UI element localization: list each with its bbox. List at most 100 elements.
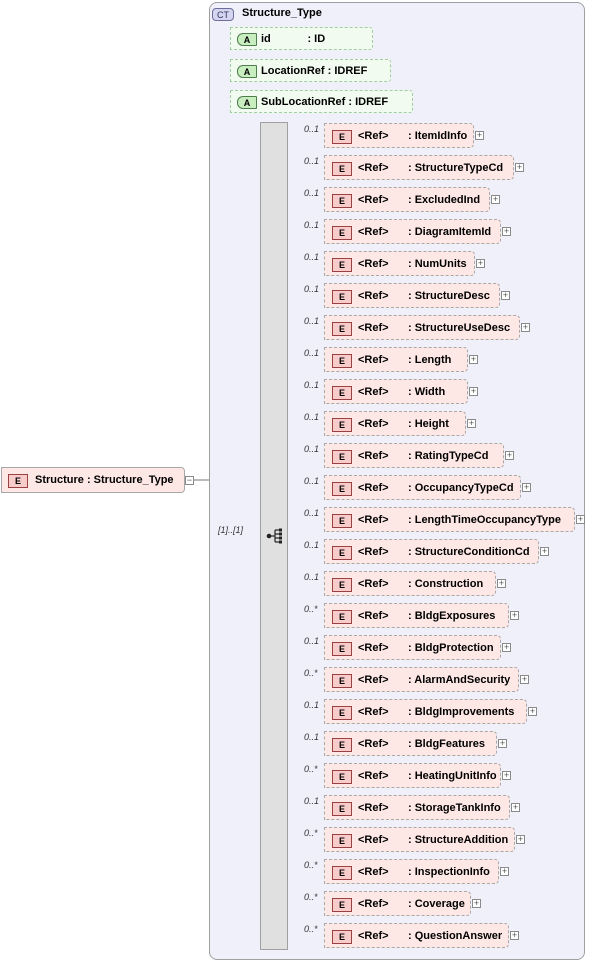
expand-icon[interactable]: +	[576, 515, 585, 524]
element-name: : HeatingUnitInfo	[408, 770, 497, 782]
element-badge: E	[332, 418, 352, 432]
expand-icon[interactable]: +	[522, 483, 531, 492]
element-cardinality: 0..1	[304, 380, 320, 390]
attribute-badge: A	[237, 65, 257, 78]
element-inspectioninfo[interactable]: E <Ref>: InspectionInfo	[324, 859, 499, 884]
expand-icon[interactable]: +	[497, 579, 506, 588]
element-structureaddition[interactable]: E <Ref>: StructureAddition	[324, 827, 515, 852]
element-cardinality: 0..1	[304, 444, 320, 454]
element-structureconditioncd[interactable]: E <Ref>: StructureConditionCd	[324, 539, 539, 564]
root-element-structure[interactable]: E Structure : Structure_Type	[1, 467, 185, 493]
element-cardinality: 0..1	[304, 508, 320, 518]
element-occupancytypecd[interactable]: E <Ref>: OccupancyTypeCd	[324, 475, 521, 500]
element-length[interactable]: E <Ref>: Length	[324, 347, 468, 372]
expand-icon[interactable]: +	[467, 419, 476, 428]
expand-icon[interactable]: +	[476, 259, 485, 268]
element-name: : Coverage	[408, 898, 465, 910]
element-alarmandsecurity[interactable]: E <Ref>: AlarmAndSecurity	[324, 667, 519, 692]
element-structuretypecd[interactable]: E <Ref>: StructureTypeCd	[324, 155, 514, 180]
element-ratingtypecd[interactable]: E <Ref>: RatingTypeCd	[324, 443, 504, 468]
element-name: : Construction	[408, 578, 484, 590]
element-cardinality: 0..1	[304, 636, 320, 646]
attribute-locationref[interactable]: A LocationRef : IDREF	[230, 59, 391, 82]
element-construction[interactable]: E <Ref>: Construction	[324, 571, 496, 596]
element-badge: E	[332, 226, 352, 240]
element-badge: E	[332, 290, 352, 304]
element-coverage[interactable]: E <Ref>: Coverage	[324, 891, 471, 916]
expand-icon[interactable]: +	[528, 707, 537, 716]
element-ref: <Ref>	[358, 290, 389, 302]
element-excludedind[interactable]: E <Ref>: ExcludedInd	[324, 187, 490, 212]
element-cardinality: 0..1	[304, 284, 320, 294]
element-ref: <Ref>	[358, 130, 389, 142]
expand-icon[interactable]: +	[516, 835, 525, 844]
element-cardinality: 0..*	[304, 860, 318, 870]
expand-icon[interactable]: +	[505, 451, 514, 460]
element-bldgimprovements[interactable]: E <Ref>: BldgImprovements	[324, 699, 527, 724]
expand-icon[interactable]: +	[510, 611, 519, 620]
expand-icon[interactable]: +	[469, 355, 478, 364]
collapse-toggle-icon[interactable]: −	[185, 476, 194, 485]
element-structureusedesc[interactable]: E <Ref>: StructureUseDesc	[324, 315, 520, 340]
attribute-sublocationref[interactable]: A SubLocationRef : IDREF	[230, 90, 413, 113]
element-ref: <Ref>	[358, 898, 389, 910]
expand-icon[interactable]: +	[502, 643, 511, 652]
element-lengthtimeoccupancytype[interactable]: E <Ref>: LengthTimeOccupancyType	[324, 507, 575, 532]
element-badge: E	[332, 546, 352, 560]
element-bldgexposures[interactable]: E <Ref>: BldgExposures	[324, 603, 509, 628]
expand-icon[interactable]: +	[511, 803, 520, 812]
element-itemidinfo[interactable]: E <Ref> : ItemIdInfo	[324, 123, 474, 148]
element-heatingunitinfo[interactable]: E <Ref>: HeatingUnitInfo	[324, 763, 501, 788]
element-diagramitemid[interactable]: E <Ref>: DiagramItemId	[324, 219, 501, 244]
element-storagetankinfo[interactable]: E <Ref>: StorageTankInfo	[324, 795, 510, 820]
expand-icon[interactable]: +	[491, 195, 500, 204]
element-cardinality: 0..1	[304, 412, 320, 422]
element-ref: <Ref>	[358, 482, 389, 494]
attribute-label: LocationRef : IDREF	[261, 65, 368, 77]
element-cardinality: 0..1	[304, 156, 320, 166]
element-cardinality: 0..1	[304, 252, 320, 262]
element-width[interactable]: E <Ref>: Width	[324, 379, 468, 404]
element-name: : StructureDesc	[408, 290, 490, 302]
expand-icon[interactable]: +	[469, 387, 478, 396]
root-element-label: Structure : Structure_Type	[35, 474, 174, 486]
attribute-label: id : ID	[261, 33, 326, 45]
element-ref: <Ref>	[358, 802, 389, 814]
expand-icon[interactable]: +	[510, 931, 519, 940]
attribute-label: SubLocationRef : IDREF	[261, 96, 389, 108]
expand-icon[interactable]: +	[501, 291, 510, 300]
attribute-id[interactable]: A id : ID	[230, 27, 373, 50]
element-height[interactable]: E <Ref>: Height	[324, 411, 466, 436]
element-ref: <Ref>	[358, 386, 389, 398]
element-bldgprotection[interactable]: E <Ref>: BldgProtection	[324, 635, 501, 660]
element-cardinality: 0..1	[304, 700, 320, 710]
element-questionanswer[interactable]: E <Ref>: QuestionAnswer	[324, 923, 509, 948]
expand-icon[interactable]: +	[498, 739, 507, 748]
element-badge: E	[332, 642, 352, 656]
attribute-badge: A	[237, 96, 257, 109]
element-bldgfeatures[interactable]: E <Ref>: BldgFeatures	[324, 731, 497, 756]
attribute-badge: A	[237, 33, 257, 46]
element-structuredesc[interactable]: E <Ref> : StructureDesc	[324, 283, 500, 308]
expand-icon[interactable]: +	[521, 323, 530, 332]
expand-icon[interactable]: +	[500, 867, 509, 876]
element-numunits[interactable]: E <Ref>: NumUnits	[324, 251, 475, 276]
element-badge: E	[332, 130, 352, 144]
element-badge: E	[332, 162, 352, 176]
expand-icon[interactable]: +	[502, 771, 511, 780]
expand-icon[interactable]: +	[515, 163, 524, 172]
expand-icon[interactable]: +	[520, 675, 529, 684]
expand-icon[interactable]: +	[472, 899, 481, 908]
element-ref: <Ref>	[358, 514, 389, 526]
element-cardinality: 0..1	[304, 220, 320, 230]
element-name: : ItemIdInfo	[408, 130, 468, 142]
element-ref: <Ref>	[358, 226, 389, 238]
element-badge: E	[332, 482, 352, 496]
element-ref: <Ref>	[358, 770, 389, 782]
element-badge: E	[332, 194, 352, 208]
expand-icon[interactable]: +	[475, 131, 484, 140]
expand-icon[interactable]: +	[502, 227, 511, 236]
expand-icon[interactable]: +	[540, 547, 549, 556]
element-badge: E	[332, 386, 352, 400]
element-cardinality: 0..1	[304, 476, 320, 486]
